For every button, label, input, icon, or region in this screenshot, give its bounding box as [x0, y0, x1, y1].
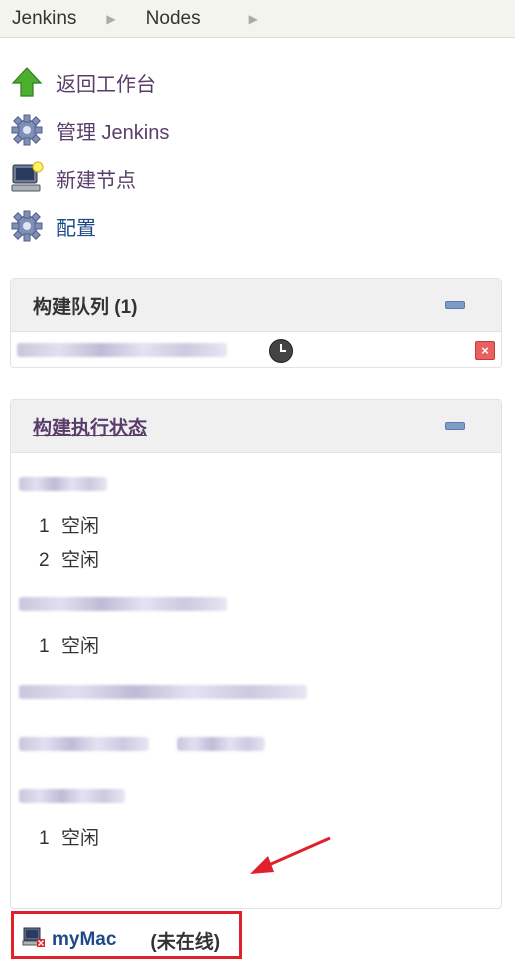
computer-new-icon [10, 161, 44, 195]
node-name-link[interactable]: myMac [52, 929, 116, 951]
node-name-redacted[interactable] [177, 737, 265, 751]
task-list: 返回工作台 管理 Jenkins 新建节点 配置 [10, 58, 505, 250]
executor-number: 1 [39, 636, 50, 657]
executor-row: 1 空闲 [39, 511, 99, 538]
offline-node-mymac: myMac (未在线) [22, 926, 220, 954]
panel-title: 构建队列 (1) [33, 296, 138, 318]
task-label[interactable]: 新建节点 [56, 164, 136, 193]
executor-row: 1 空闲 [39, 823, 99, 850]
annotation-arrow-icon [250, 836, 331, 874]
task-configure[interactable]: 配置 [10, 202, 505, 250]
cancel-icon[interactable]: × [475, 341, 495, 360]
node-redacted[interactable] [19, 685, 307, 699]
executor-state: 空闲 [61, 828, 100, 849]
breadcrumb: Jenkins ▶ Nodes ▶ [0, 0, 515, 38]
node-redacted[interactable] [19, 597, 227, 611]
queue-item: × [11, 332, 501, 368]
executor-number: 2 [39, 550, 50, 571]
clock-icon [269, 339, 293, 363]
chevron-right-icon[interactable]: ▶ [249, 12, 258, 26]
offline-node-highlight: myMac (未在线) [11, 911, 242, 959]
node-name-redacted[interactable] [19, 597, 227, 611]
executor-state: 空闲 [61, 516, 100, 537]
task-new-node[interactable]: 新建节点 [10, 154, 505, 202]
executor-row: 1 空闲 [39, 631, 99, 658]
task-manage-jenkins[interactable]: 管理 Jenkins [10, 106, 505, 154]
executor-state: 空闲 [61, 550, 100, 571]
task-label[interactable]: 配置 [56, 212, 96, 241]
up-arrow-icon [10, 65, 44, 99]
node-name-redacted[interactable] [19, 789, 125, 803]
node-name-redacted[interactable] [19, 477, 107, 491]
computer-offline-icon [22, 926, 46, 954]
node-redacted[interactable] [19, 737, 265, 751]
node-redacted[interactable] [19, 789, 125, 803]
build-queue-panel: 构建队列 (1) × [10, 278, 502, 368]
collapse-icon[interactable] [445, 422, 465, 430]
task-label[interactable]: 返回工作台 [56, 68, 156, 97]
panel-title-link[interactable]: 构建执行状态 [33, 413, 147, 440]
breadcrumb-jenkins[interactable]: Jenkins [0, 8, 76, 30]
executor-row: 2 空闲 [39, 545, 99, 572]
build-queue-header: 构建队列 (1) [11, 279, 501, 332]
queue-item-name-redacted[interactable] [17, 343, 227, 357]
executor-number: 1 [39, 828, 50, 849]
node-redacted[interactable] [19, 477, 107, 491]
node-name-redacted[interactable] [19, 737, 149, 751]
executor-status-header: 构建执行状态 [11, 400, 501, 453]
executor-state: 空闲 [61, 636, 100, 657]
collapse-icon[interactable] [445, 301, 465, 309]
gear-icon [10, 113, 44, 147]
chevron-right-icon[interactable]: ▶ [106, 12, 115, 26]
task-back-to-dashboard[interactable]: 返回工作台 [10, 58, 505, 106]
task-label[interactable]: 管理 Jenkins [56, 116, 169, 145]
node-name-redacted[interactable] [19, 685, 307, 699]
breadcrumb-nodes[interactable]: Nodes [146, 8, 201, 30]
executor-number: 1 [39, 516, 50, 537]
gear-icon [10, 209, 44, 243]
node-offline-status: (未在线) [150, 931, 221, 953]
